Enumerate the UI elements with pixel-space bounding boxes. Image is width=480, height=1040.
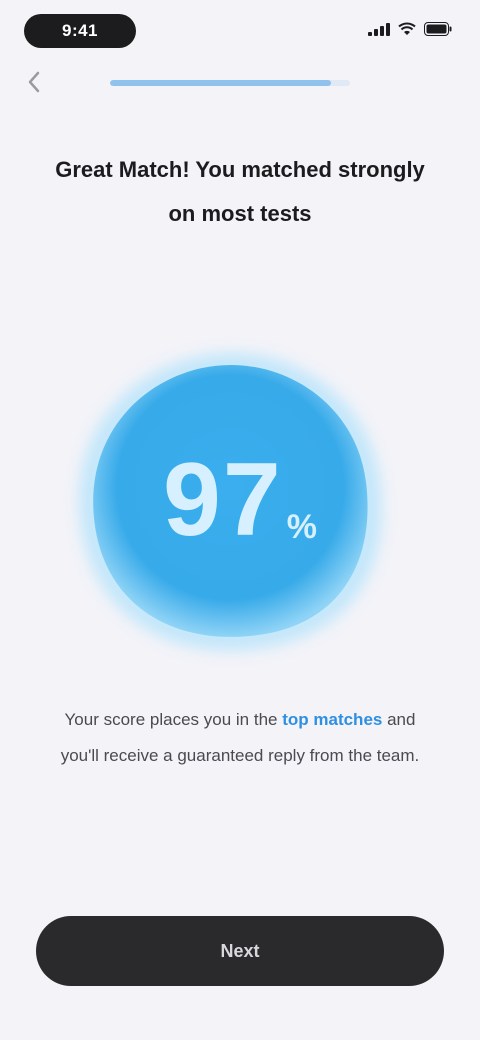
- score-value: 97 %: [50, 448, 430, 552]
- signal-icon: [368, 23, 390, 36]
- back-button[interactable]: [18, 66, 50, 98]
- headline: Great Match! You matched strongly on mos…: [55, 157, 425, 226]
- progress-bar: [110, 80, 350, 86]
- status-time: 9:41: [24, 14, 136, 48]
- progress-fill: [110, 80, 331, 86]
- score-number: 97: [163, 442, 283, 558]
- next-button[interactable]: Next: [36, 916, 444, 986]
- status-icons: [368, 22, 452, 36]
- description-prefix: Your score places you in the: [64, 710, 278, 729]
- score-badge: 97 %: [50, 320, 430, 700]
- wifi-icon: [398, 22, 416, 35]
- description-highlight: top matches: [282, 710, 383, 729]
- battery-icon: [424, 22, 452, 36]
- score-unit: %: [286, 508, 317, 546]
- status-bar: 9:41: [0, 0, 480, 64]
- description: Your score places you in the top matches…: [48, 702, 432, 774]
- chevron-left-icon: [28, 71, 40, 93]
- nav-row: [0, 62, 480, 102]
